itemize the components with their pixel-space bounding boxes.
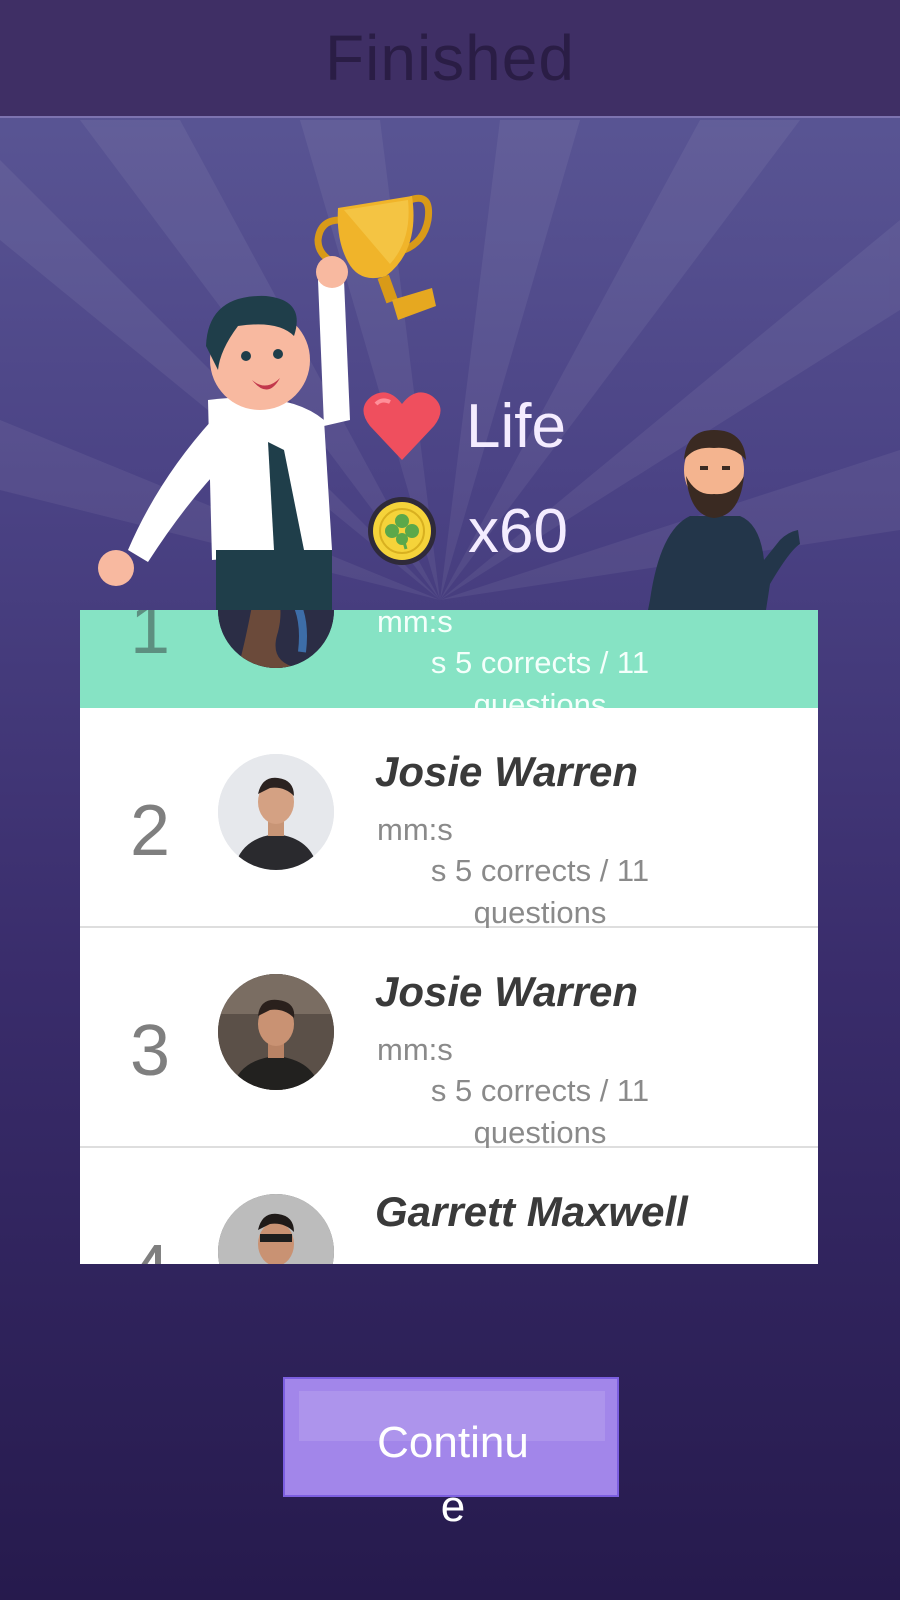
time-label: mm:s — [377, 610, 453, 639]
rank-number: 4 — [118, 1230, 182, 1264]
rank-number: 2 — [129, 791, 171, 871]
avatar — [218, 754, 334, 870]
bearded-man-illustration — [648, 430, 800, 610]
player-name: Garrett Maxwell — [375, 1188, 688, 1235]
leaderboard-row-1[interactable]: 1 mm:s s 5 corrects / 11 questions — [80, 610, 818, 722]
rank-number: 1 — [129, 610, 171, 669]
score-text: s 5 corrects / 11 questions — [430, 1073, 650, 1150]
winner-illustration: Life x60 — [0, 120, 900, 620]
life-label: Life — [466, 391, 566, 461]
avatar — [218, 974, 334, 1090]
rank-number: 3 — [129, 1011, 171, 1091]
player-name: Josie Warren — [375, 748, 639, 795]
continue-button[interactable]: Continue — [283, 1377, 619, 1531]
time-label: mm:s — [377, 812, 453, 847]
avatar — [218, 1194, 334, 1264]
leaderboard-list[interactable]: 1 mm:s s 5 corrects / 11 questions 2 Jos… — [80, 610, 818, 1264]
avatar — [218, 610, 334, 668]
leaderboard-row-4[interactable]: 4 Garrett Maxwell — [80, 1148, 818, 1264]
coin-reward: x60 — [366, 495, 568, 567]
leaderboard-row-2[interactable]: 2 Josie Warren mm:s s 5 corrects / 11 qu… — [80, 708, 818, 930]
leaderboard-row-3[interactable]: 3 Josie Warren mm:s s 5 corrects / 11 qu… — [80, 928, 818, 1150]
header-bar: Finished — [0, 0, 900, 118]
life-reward: Life — [362, 390, 566, 462]
businessman-illustration — [98, 256, 350, 610]
finished-screen: Finished Life x60 1 mm:s s 5 corrects / … — [0, 0, 900, 1600]
page-title: Finished — [325, 22, 575, 94]
clover-coin-icon — [368, 497, 436, 565]
coin-count: x60 — [468, 496, 568, 566]
player-name: Josie Warren — [375, 968, 639, 1015]
continue-label: Continue — [377, 1418, 529, 1531]
time-label: mm:s — [377, 1032, 453, 1067]
heart-icon — [363, 392, 441, 460]
score-text: s 5 corrects / 11 questions — [430, 853, 650, 930]
